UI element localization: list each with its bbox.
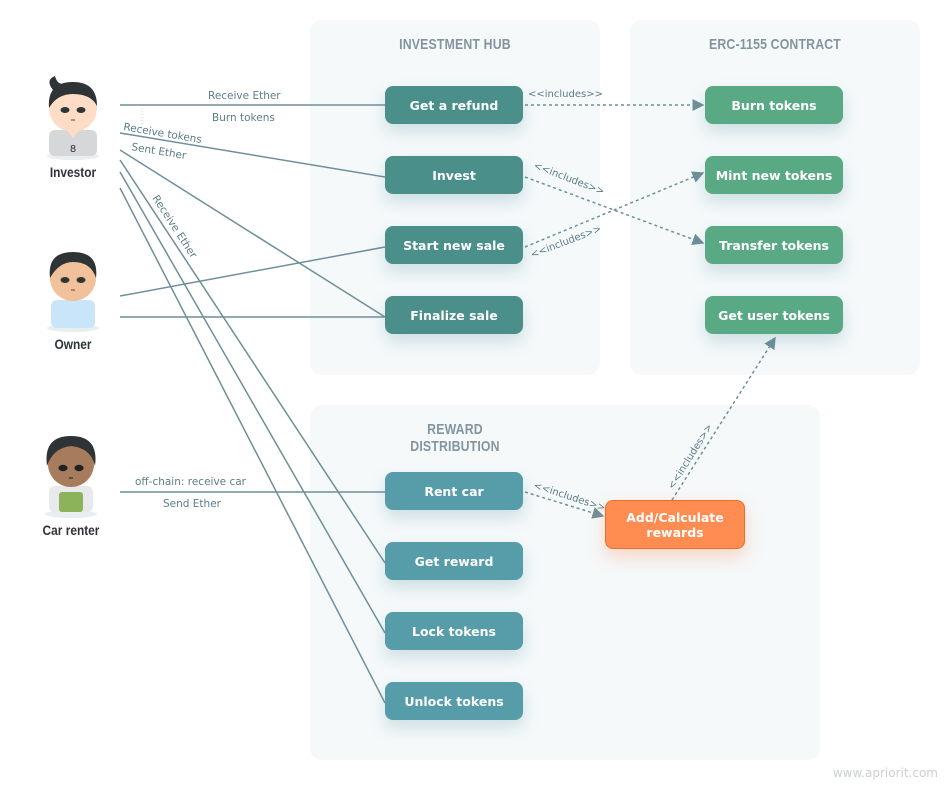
label-receive-ether-diagonal: Receive Ether [149,193,199,261]
usecase-mint-new-tokens[interactable]: Mint new tokens [705,156,843,194]
edge-investor-lock [119,171,386,634]
actor-car-renter: Car renter [31,430,111,538]
usecase-get-user-tokens[interactable]: Get user tokens [705,296,843,334]
owner-label: Owner [54,336,92,352]
usecase-unlock-tokens[interactable]: Unlock tokens [385,682,523,720]
edge-investor-finalize [119,149,386,318]
usecase-transfer-tokens[interactable]: Transfer tokens [705,226,843,264]
usecase-finalize-sale[interactable]: Finalize sale [385,296,523,334]
usecase-get-reward[interactable]: Get reward [385,542,523,580]
label-includes-refund: <<includes>> [528,89,603,100]
usecase-lock-tokens[interactable]: Lock tokens [385,612,523,650]
usecase-rent-car[interactable]: Rent car [385,472,523,510]
label-send-ether: Send Ether [163,498,222,510]
usecase-invest[interactable]: Invest [385,156,523,194]
label-includes-invest: <<includes>> [532,161,606,198]
edge-investor-get-reward [119,159,386,564]
actor-investor: 8 Investor [33,72,113,180]
watermark: www.apriorit.com [832,766,938,780]
car-renter-avatar-icon [45,436,97,518]
usecase-burn-tokens[interactable]: Burn tokens [705,86,843,124]
usecase-start-new-sale[interactable]: Start new sale [385,226,523,264]
label-receive-ether: Receive Ether [208,90,281,102]
include-sale-mint [524,171,705,248]
label-includes-calc: <<includes>> [666,422,715,491]
owner-avatar-icon [47,252,99,332]
investor-label: Investor [49,164,97,180]
svg-text:8: 8 [70,144,76,155]
car-renter-label: Car renter [42,522,100,538]
edge-investor-unlock [119,187,386,704]
label-burn-tokens: Burn tokens [212,112,275,124]
label-offchain-receive-car: off-chain: receive car [135,476,247,488]
usecase-get-a-refund[interactable]: Get a refund [385,86,523,124]
actor-owner: Owner [33,244,113,352]
edge-owner-start-sale [119,246,386,297]
label-sent-ether: Sent Ether [131,141,188,162]
usecase-add-calculate-rewards[interactable]: Add/Calculate rewards [605,500,745,549]
include-calc-usertokens [671,336,776,501]
investor-avatar-icon: 8 [47,76,99,160]
